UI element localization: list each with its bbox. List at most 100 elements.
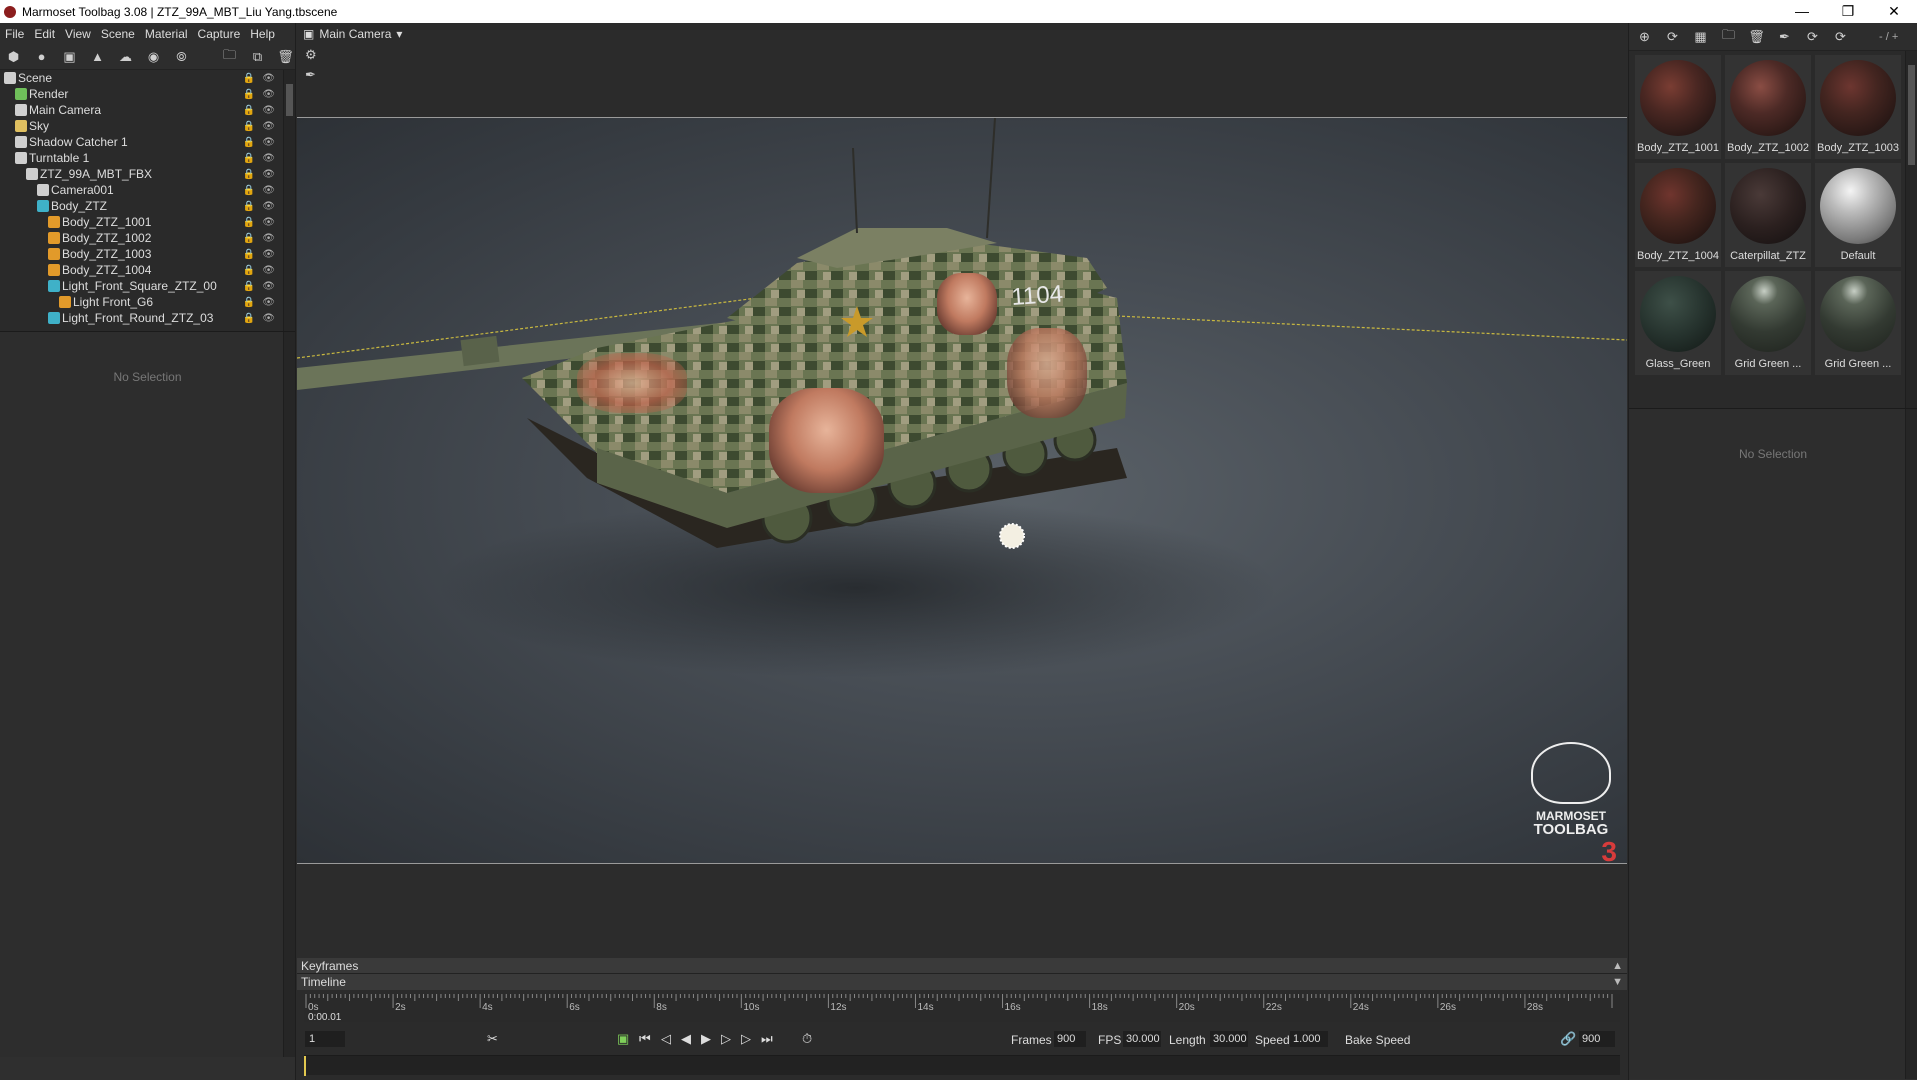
collapse-up-icon[interactable]: ▲ [1612, 958, 1623, 974]
visibility-eye-icon[interactable]: 👁 [262, 201, 275, 212]
scene-tree-scrollbar[interactable] [283, 70, 295, 331]
play-icon[interactable]: ▶ [701, 1031, 711, 1047]
add-turntable-icon[interactable]: ◉ [144, 47, 163, 66]
material-thumbnail[interactable]: Grid Green ... [1815, 271, 1901, 375]
material-thumbnail[interactable]: Body_ZTZ_1002 [1725, 55, 1811, 159]
timeline-header[interactable]: Timeline ▼ [297, 974, 1627, 990]
material-library-scrollbar[interactable] [1905, 51, 1917, 408]
lock-icon[interactable]: 🔒 [243, 105, 255, 116]
menu-edit[interactable]: Edit [31, 27, 62, 41]
material-thumbnail[interactable]: Body_ZTZ_1004 [1635, 163, 1721, 267]
timeline-ruler[interactable]: 0s 2s 4s 6s 8s 10s 12s 14s 16s 18s 20s 22s 24s 26s 28s… [304, 994, 1620, 1023]
visibility-eye-icon[interactable]: 👁 [262, 281, 275, 292]
lock-icon[interactable]: 🔒 [243, 265, 255, 276]
refresh-material-icon[interactable]: ⟳ [1831, 27, 1850, 46]
skip-end-icon[interactable]: ⏭ [761, 1031, 773, 1047]
collapse-down-icon[interactable]: ▼ [1612, 974, 1623, 990]
scene-tree-row[interactable]: Body_ZTZ_1002 🔒 👁 [0, 230, 295, 246]
scene-tree-row[interactable]: Body_ZTZ 🔒 👁 [0, 198, 295, 214]
lock-icon[interactable]: 🔒 [243, 233, 255, 244]
add-light-icon[interactable]: ● [32, 47, 51, 66]
material-thumbnail[interactable]: Body_ZTZ_1003 [1815, 55, 1901, 159]
visibility-eye-icon[interactable]: 👁 [262, 233, 275, 244]
speed-gauge-icon[interactable]: ⏱ [802, 1031, 812, 1047]
lock-icon[interactable]: 🔒 [243, 217, 255, 228]
delete-material-icon[interactable]: 🗑 [1747, 27, 1766, 46]
fps-field[interactable]: 30.000 [1123, 1031, 1161, 1047]
material-thumbnail[interactable]: Body_ZTZ_1001 [1635, 55, 1721, 159]
speed-field[interactable]: 1.000 [1290, 1031, 1328, 1047]
material-thumbnail[interactable]: Default [1815, 163, 1901, 267]
restore-icon[interactable]: ❐ [1825, 0, 1871, 23]
visibility-eye-icon[interactable]: 👁 [262, 121, 275, 132]
scene-tree-row[interactable]: Light Front_G6 🔒 👁 [0, 294, 295, 310]
add-camera-icon[interactable]: ▣ [60, 47, 79, 66]
visibility-eye-icon[interactable]: 👁 [262, 297, 275, 308]
sync-material-icon[interactable]: ⟳ [1663, 27, 1682, 46]
visibility-eye-icon[interactable]: 👁 [262, 313, 275, 324]
lock-icon[interactable]: 🔒 [243, 153, 255, 164]
swap-material-icon[interactable]: ⟳ [1803, 27, 1822, 46]
scene-tree-row[interactable]: Body_ZTZ_1001 🔒 👁 [0, 214, 295, 230]
bake-speed-button[interactable]: Bake Speed [1345, 1033, 1410, 1047]
scene-tree-row[interactable]: Sky 🔒 👁 [0, 118, 295, 134]
add-baker-icon[interactable]: ⦾ [172, 47, 191, 66]
duplicate-icon[interactable]: ⧉ [248, 47, 267, 66]
keyframe-track[interactable] [304, 1055, 1620, 1076]
current-frame-field[interactable]: 1 [305, 1031, 345, 1047]
visibility-eye-icon[interactable]: 👁 [262, 137, 275, 148]
menu-material[interactable]: Material [142, 27, 195, 41]
material-thumbnail[interactable]: Caterpillat_ZTZ [1725, 163, 1811, 267]
scissors-icon[interactable]: ✂ [487, 1031, 498, 1047]
brush-icon[interactable]: ✒ [305, 67, 316, 83]
material-thumbnail[interactable]: Glass_Green [1635, 271, 1721, 375]
delete-icon[interactable]: 🗑 [276, 47, 295, 66]
minimize-icon[interactable]: — [1779, 0, 1825, 23]
visibility-eye-icon[interactable]: 👁 [262, 185, 275, 196]
menu-help[interactable]: Help [247, 27, 282, 41]
end-frame-field[interactable]: 900 [1579, 1031, 1615, 1047]
scene-tree-row[interactable]: Body_ZTZ_1003 🔒 👁 [0, 246, 295, 262]
lock-icon[interactable]: 🔒 [243, 73, 255, 84]
lock-icon[interactable]: 🔒 [243, 121, 255, 132]
lock-icon[interactable]: 🔒 [243, 169, 255, 180]
scene-tree-row[interactable]: Render 🔒 👁 [0, 86, 295, 102]
visibility-eye-icon[interactable]: 👁 [262, 89, 275, 100]
playhead[interactable] [304, 1056, 306, 1076]
pick-material-icon[interactable]: ✒ [1775, 27, 1794, 46]
menu-capture[interactable]: Capture [195, 27, 248, 41]
link-icon[interactable]: 🔗 [1560, 1031, 1576, 1047]
add-material-icon[interactable]: ⊕ [1635, 27, 1654, 46]
visibility-eye-icon[interactable]: 👁 [262, 217, 275, 228]
lock-icon[interactable]: 🔒 [243, 137, 255, 148]
length-field[interactable]: 30.000 [1210, 1031, 1248, 1047]
3d-viewport[interactable]: 1104 MARMOSET TOOLBAG 3 [297, 117, 1627, 864]
open-folder-icon[interactable]: 🗀 [220, 47, 239, 66]
step-back-icon[interactable]: ◀ [681, 1031, 691, 1047]
add-shadow-catcher-icon[interactable]: ▲ [88, 47, 107, 66]
step-forward-icon[interactable]: ▷ [721, 1031, 731, 1047]
lock-icon[interactable]: 🔒 [243, 89, 255, 100]
scene-tree-row[interactable]: Turntable 1 🔒 👁 [0, 150, 295, 166]
scene-tree-row[interactable]: Main Camera 🔒 👁 [0, 102, 295, 118]
scene-tree-row[interactable]: Body_ZTZ_1004 🔒 👁 [0, 262, 295, 278]
next-key-icon[interactable]: ▷ [741, 1031, 751, 1047]
material-thumbnail[interactable]: Grid Green ... [1725, 271, 1811, 375]
add-sky-icon[interactable]: ☁ [116, 47, 135, 66]
material-counter[interactable]: - / + [1879, 31, 1898, 43]
keyframes-header[interactable]: Keyframes ▲ [297, 958, 1627, 974]
lock-icon[interactable]: 🔒 [243, 249, 255, 260]
scene-tree-row[interactable]: Light_Front_Square_ZTZ_00 🔒 👁 [0, 278, 295, 294]
prev-key-icon[interactable]: ◁ [661, 1031, 671, 1047]
lock-icon[interactable]: 🔒 [243, 313, 255, 324]
lock-icon[interactable]: 🔒 [243, 281, 255, 292]
skip-start-icon[interactable]: ⏮ [639, 1031, 651, 1047]
menu-scene[interactable]: Scene [98, 27, 142, 41]
left-properties-scrollbar[interactable] [283, 332, 295, 1057]
frames-field[interactable]: 900 [1054, 1031, 1086, 1047]
visibility-eye-icon[interactable]: 👁 [262, 249, 275, 260]
visibility-eye-icon[interactable]: 👁 [262, 73, 275, 84]
scene-tree-row[interactable]: Camera001 🔒 👁 [0, 182, 295, 198]
scene-tree-row[interactable]: Shadow Catcher 1 🔒 👁 [0, 134, 295, 150]
add-object-icon[interactable]: ⬢ [4, 47, 23, 66]
